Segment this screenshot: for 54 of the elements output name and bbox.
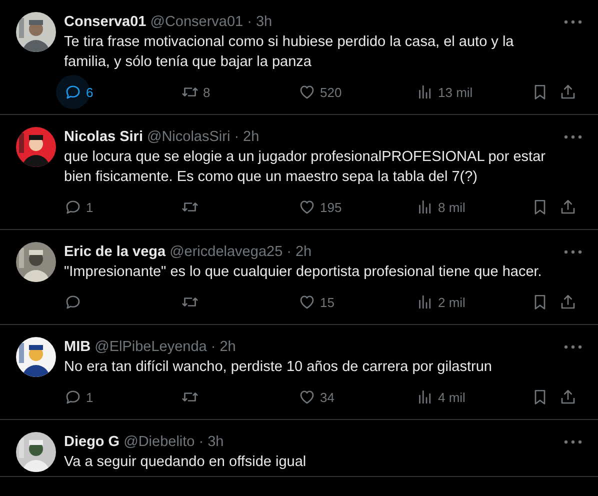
user-name[interactable]: Conserva01 xyxy=(64,14,146,30)
user-handle[interactable]: @NicolasSiri xyxy=(146,129,230,145)
user-name[interactable]: Diego G xyxy=(64,434,120,450)
like-button[interactable]: 195 xyxy=(290,190,408,224)
like-button[interactable]: 15 xyxy=(290,285,408,319)
reply-icon xyxy=(64,388,82,406)
views-button[interactable]: 8 mil xyxy=(408,190,526,224)
share-icon xyxy=(559,83,577,101)
more-icon[interactable] xyxy=(564,20,582,24)
share-icon xyxy=(559,388,577,406)
user-name[interactable]: Eric de la vega xyxy=(64,244,166,260)
like-button[interactable]: 520 xyxy=(290,75,408,109)
more-icon[interactable] xyxy=(564,440,582,444)
timestamp[interactable]: 3h xyxy=(208,434,224,450)
like-button[interactable]: 34 xyxy=(290,380,408,414)
separator-dot: · xyxy=(198,434,204,450)
user-handle[interactable]: @ElPibeLeyenda xyxy=(94,339,207,355)
more-icon[interactable] xyxy=(564,135,582,139)
views-button[interactable]: 4 mil xyxy=(408,380,526,414)
user-name[interactable]: MIB xyxy=(64,339,91,355)
tweet-text: Va a seguir quedando en offside igual xyxy=(64,453,308,472)
tweet-text: Te tira frase motivacional como si hubiese perdido la casa, el auto y la familia, y sólo tenía que bajar la panza xyxy=(64,33,515,72)
heart-icon xyxy=(298,388,316,406)
timestamp[interactable]: 2h xyxy=(220,339,236,355)
reply-button[interactable]: 1 xyxy=(56,380,173,414)
separator-dot: · xyxy=(210,339,216,355)
reply-button[interactable]: 6 xyxy=(56,75,173,109)
heart-icon xyxy=(298,83,316,101)
tweet-text: que locura que se elogie a un jugador profesionalPROFESIONAL por estar bien fisicamente. Es como que un maestro sepa la tabla del 7(?) xyxy=(64,148,546,187)
views-button[interactable]: 2 mil xyxy=(408,285,526,319)
separator-dot: · xyxy=(286,244,292,260)
share-icon xyxy=(559,293,577,311)
more-icon[interactable] xyxy=(564,250,582,254)
views-button[interactable]: 13 mil xyxy=(408,75,526,109)
separator-dot: · xyxy=(247,14,252,30)
timestamp[interactable]: 2h xyxy=(295,244,312,260)
user-handle[interactable]: @Diebelito xyxy=(124,434,195,450)
reply-button[interactable]: 1 xyxy=(56,190,173,224)
user-name[interactable]: Nicolas Siri xyxy=(64,129,143,145)
user-handle[interactable]: @ericdelavega25 xyxy=(170,244,283,260)
separator-dot: · xyxy=(234,129,240,145)
heart-icon xyxy=(298,198,316,216)
retweet-button[interactable]: 8 xyxy=(173,75,290,109)
timestamp[interactable]: 3h xyxy=(256,14,272,30)
reply-icon xyxy=(64,293,82,311)
share-icon xyxy=(559,198,577,216)
heart-icon xyxy=(298,293,316,311)
reply-icon xyxy=(64,198,82,216)
reply-icon xyxy=(64,83,82,101)
user-handle[interactable]: @Conserva01 xyxy=(150,14,244,30)
tweet-text: No era tan difícil wancho, perdiste 10 años de carrera por gilastrun xyxy=(64,358,493,377)
timestamp[interactable]: 2h xyxy=(243,129,260,145)
more-icon[interactable] xyxy=(564,345,582,349)
tweet-text: "Impresionante" es lo que cualquier deportista profesional tiene que hacer. xyxy=(64,263,543,282)
